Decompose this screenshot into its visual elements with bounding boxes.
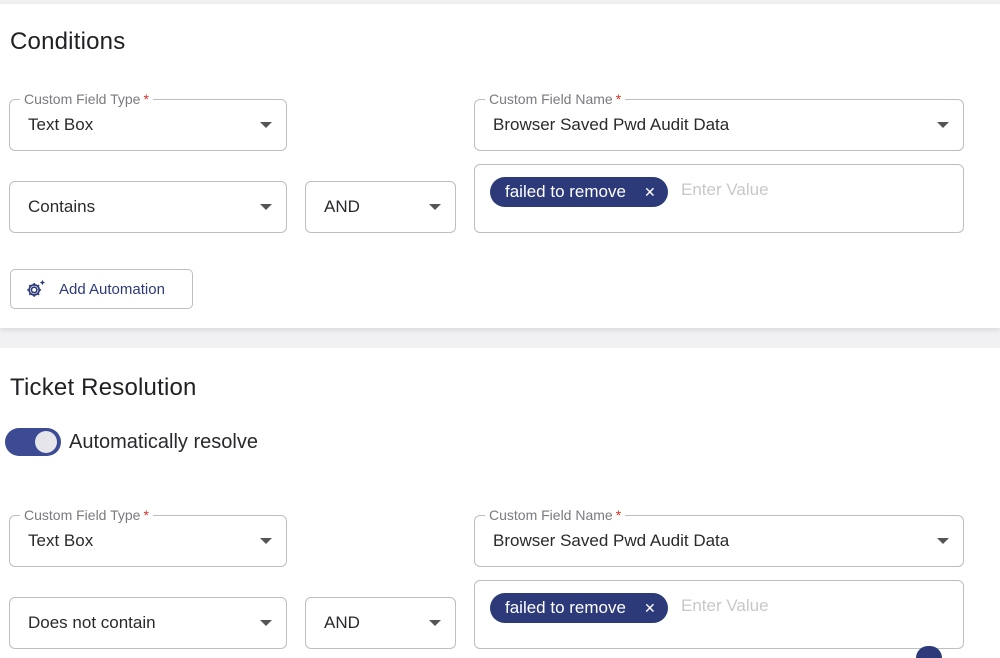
operator-value: Contains (28, 197, 96, 216)
chevron-down-icon (260, 122, 272, 128)
chip-label: failed to remove (505, 598, 626, 617)
required-asterisk: * (615, 91, 622, 107)
value-chip-input[interactable]: failed to remove ✕ (474, 164, 964, 233)
toggle-knob (35, 431, 57, 453)
custom-field-name-label: Custom Field Name * (485, 91, 626, 107)
custom-field-type-value: Text Box (28, 531, 94, 550)
logic-select[interactable]: AND (305, 597, 456, 649)
chevron-down-icon (260, 204, 272, 210)
custom-field-type-select[interactable]: Custom Field Type * Text Box (9, 91, 287, 151)
chevron-down-icon (937, 122, 949, 128)
custom-field-type-label: Custom Field Type * (20, 507, 153, 523)
operator-value: Does not contain (28, 613, 156, 632)
close-icon[interactable]: ✕ (644, 185, 656, 199)
logic-select[interactable]: AND (305, 181, 456, 233)
required-asterisk: * (143, 91, 149, 107)
custom-field-name-label: Custom Field Name * (485, 507, 626, 523)
custom-field-name-select[interactable]: Custom Field Name * Browser Saved Pwd Aud… (474, 91, 964, 151)
close-icon[interactable]: ✕ (644, 601, 656, 615)
value-chip: failed to remove ✕ (490, 177, 668, 207)
required-asterisk: * (615, 507, 622, 523)
enter-value-input[interactable] (681, 178, 881, 202)
chevron-down-icon (260, 620, 272, 626)
operator-select[interactable]: Contains (9, 181, 287, 233)
custom-field-type-value: Text Box (28, 115, 94, 134)
add-automation-label: Add Automation (59, 280, 165, 298)
conditions-title: Conditions (10, 28, 126, 55)
enter-value-input[interactable] (681, 594, 881, 618)
custom-field-name-value: Browser Saved Pwd Audit Data (493, 115, 730, 134)
operator-select[interactable]: Does not contain (9, 597, 287, 649)
required-asterisk: * (143, 507, 149, 523)
chevron-down-icon (260, 538, 272, 544)
chevron-down-icon (429, 620, 441, 626)
ticket-resolution-section: Ticket Resolution Automatically resolve … (0, 348, 1000, 658)
chevron-down-icon (429, 204, 441, 210)
chip-label: failed to remove (505, 182, 626, 201)
chevron-down-icon (937, 538, 949, 544)
custom-field-type-label: Custom Field Type * (20, 91, 153, 107)
value-chip: failed to remove ✕ (490, 593, 668, 623)
custom-field-name-select[interactable]: Custom Field Name * Browser Saved Pwd Aud… (474, 507, 964, 567)
custom-field-type-select[interactable]: Custom Field Type * Text Box (9, 507, 287, 567)
gear-sparkle-icon (27, 279, 46, 297)
logic-value: AND (324, 613, 360, 632)
custom-field-name-value: Browser Saved Pwd Audit Data (493, 531, 730, 550)
conditions-section: Conditions Custom Field Type * Text Box C… (0, 4, 1000, 328)
logic-value: AND (324, 197, 360, 216)
ticket-resolution-title: Ticket Resolution (10, 374, 197, 401)
add-automation-button[interactable]: Add Automation (10, 269, 193, 309)
auto-resolve-toggle[interactable] (5, 428, 61, 456)
value-chip-input[interactable]: failed to remove ✕ (474, 580, 964, 649)
auto-resolve-label: Automatically resolve (69, 431, 258, 453)
